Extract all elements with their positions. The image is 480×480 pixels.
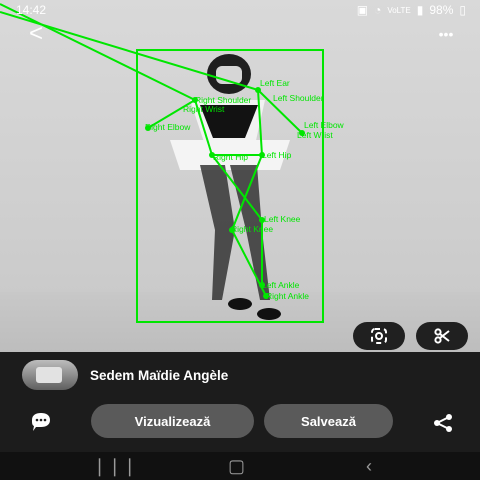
back-button[interactable]: < [22,22,50,46]
skeleton-line [211,154,263,221]
home-icon[interactable]: ▢ [228,456,245,477]
wifi-icon: ◔ [374,3,382,17]
label-left-shoulder: Left Shoulder [273,93,324,103]
label-right-ankle: Right Ankle [266,291,309,301]
label-left-ankle: Left Ankle [262,280,300,290]
status-bar: 14:42 ▣ ◔ VoLTE ▮ 98% ▯ [0,0,480,20]
keypoints [145,87,305,299]
profile-name[interactable]: Sedem Maïdie Angèle [90,368,228,383]
status-icons: ▣ ◔ VoLTE ▮ 98% ▯ [357,3,466,17]
label-left-hip: Left Hip [262,150,292,160]
skeleton-line [257,89,263,156]
share-button[interactable] [430,412,456,434]
label-left-elbow: Left Elbow [304,120,345,130]
camera-icon: ▣ [356,3,369,17]
view-button[interactable]: Vizualizează [91,404,254,438]
more-options-button[interactable]: ••• [432,22,460,46]
share-icon [434,414,452,432]
chat-bubble-icon [32,413,50,431]
label-left-knee: Left Knee [264,214,301,224]
label-right-knee: Right Knee [231,224,273,234]
recents-icon[interactable]: ❘❘❘ [92,456,137,477]
navigation-bar: ❘❘❘ ▢ ‹ [0,452,480,480]
lens-button[interactable] [353,322,405,350]
save-button[interactable]: Salvează [264,404,393,438]
skeleton-line [231,154,263,231]
volte-icon: VoLTE [387,5,411,15]
label-right-hip: Right Hip [213,152,248,162]
battery-percent: 98% [429,3,454,17]
label-left-wrist: Left Wrist [297,130,333,140]
photo-view[interactable]: Left Ear Left Shoulder Right Shoulder Ri… [0,0,480,352]
back-nav-icon[interactable]: ‹ [366,456,372,477]
avatar[interactable] [22,360,78,390]
cut-button[interactable] [416,322,468,350]
label-right-wrist: Right Wrist [183,104,225,114]
label-right-elbow: Right Elbow [145,122,191,132]
label-left-ear: Left Ear [260,78,290,88]
signal-icon: ▮ [416,3,424,17]
pose-overlay: Left Ear Left Shoulder Right Shoulder Ri… [0,3,345,323]
battery-icon: ▯ [459,3,466,17]
status-time: 14:42 [16,3,47,17]
scissors-icon [434,328,450,344]
comment-button[interactable] [28,411,54,433]
lens-icon [371,328,387,344]
